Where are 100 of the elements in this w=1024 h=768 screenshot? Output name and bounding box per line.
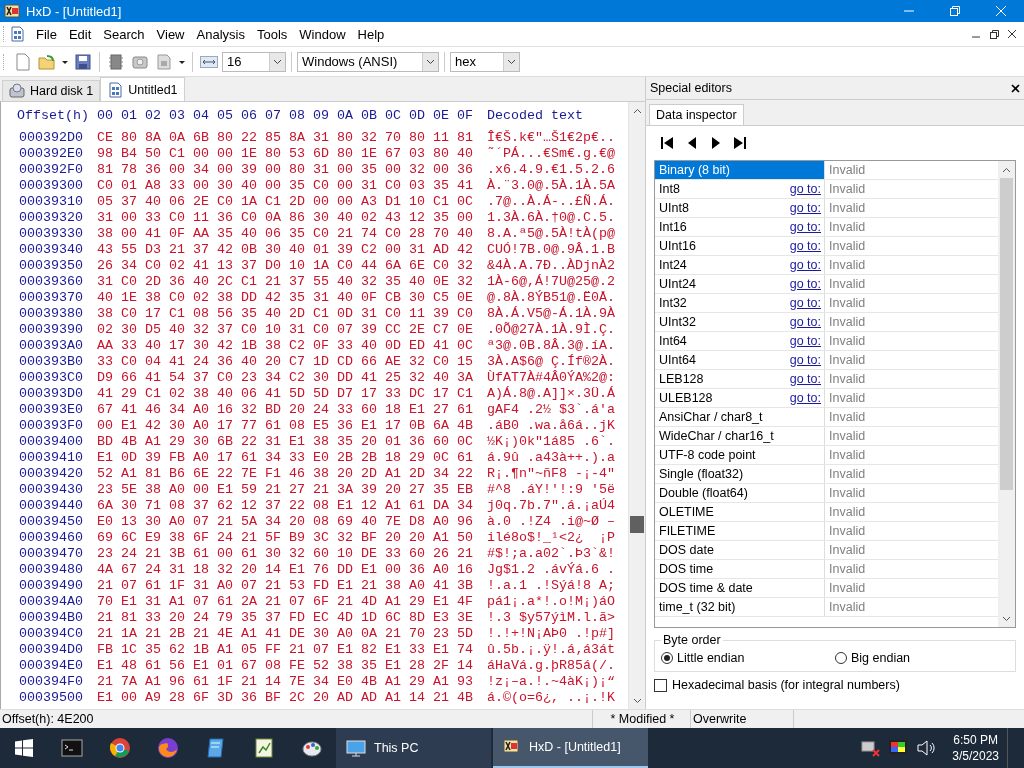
taskbar-window-button[interactable]: This PC (336, 728, 491, 768)
checkbox[interactable] (654, 678, 667, 692)
go-to-link[interactable]: go to: (789, 334, 821, 348)
scrollbar-thumb[interactable] (630, 516, 644, 534)
chevron-up-icon (1002, 166, 1011, 173)
clock[interactable]: 6:50 PM 3/5/2023 (952, 732, 999, 764)
decoded-text: !.3 $y57ýìM.l.ã> (487, 610, 616, 626)
scrollbar[interactable] (998, 161, 1015, 627)
go-to-link[interactable]: go to: (789, 372, 821, 386)
type-cell[interactable]: time_t (32 bit) (655, 598, 825, 616)
go-to-link[interactable]: go to: (789, 239, 821, 253)
hex-bytes: 67 41 46 34 A0 16 32 BD 20 24 33 60 18 E1 27 61 (97, 402, 473, 418)
network-icon[interactable] (860, 738, 881, 758)
type-cell[interactable]: UInt64 go to: (655, 351, 825, 369)
go-to-link[interactable]: go to: (789, 353, 821, 367)
type-label: LEB128 (659, 372, 705, 386)
type-cell[interactable]: Double (float64) (655, 484, 825, 502)
go-to-link[interactable]: go to: (789, 277, 821, 291)
bytes-per-row-dropdown[interactable]: 16 (222, 51, 286, 72)
first-button[interactable] (660, 135, 676, 151)
type-cell[interactable]: UInt8 go to: (655, 199, 825, 217)
type-cell[interactable]: Int64 go to: (655, 332, 825, 350)
menu-item[interactable]: Help (351, 24, 391, 44)
speaker-icon[interactable] (916, 738, 937, 758)
offset-label: 00039340 (18, 242, 83, 258)
type-cell[interactable]: UInt32 go to: (655, 313, 825, 331)
hex-bytes: 52 A1 81 B6 6E 22 7E F1 46 38 20 2D A1 2D 34 22 (97, 466, 473, 482)
last-button[interactable] (732, 135, 748, 151)
value-cell-text: Invalid (828, 390, 867, 407)
go-to-link[interactable]: go to: (789, 182, 821, 196)
value-cell-text: Invalid (828, 599, 867, 616)
hex-bytes: 21 7A A1 96 61 1F 21 14 7E 34 E0 4B A1 29 A1 93 (97, 674, 473, 690)
menu-item[interactable]: Analysis (190, 24, 251, 44)
chevron-up-icon (632, 107, 642, 114)
scrollbar-thumb[interactable] (1000, 178, 1013, 490)
type-cell[interactable]: OLETIME (655, 503, 825, 521)
start-icon (15, 739, 33, 757)
go-to-link[interactable]: go to: (789, 391, 821, 405)
type-cell[interactable]: Int16 go to: (655, 218, 825, 236)
type-cell[interactable]: WideChar / char16_t (655, 427, 825, 445)
document-tab[interactable]: Untitled1 (100, 77, 185, 101)
go-to-link[interactable]: go to: (789, 296, 821, 310)
next-icon (711, 136, 721, 150)
decoded-text: !.!+!N¡AÞ0 .!p#] (487, 626, 616, 642)
decoded-text: ˜´PÁ...€Sm€.g.€@ (487, 146, 616, 162)
type-cell[interactable]: DOS time (655, 560, 825, 578)
go-to-link[interactable]: go to: (789, 315, 821, 329)
menu-item[interactable]: Edit (62, 24, 98, 44)
offset-base-dropdown[interactable]: hex (450, 51, 520, 72)
previous-icon (687, 136, 697, 150)
offset-label: 00039420 (18, 466, 83, 482)
hex-bytes: 21 07 61 1F 31 A0 07 21 53 FD E1 21 38 A0 41 3B (97, 578, 473, 594)
menu-item[interactable]: Window (293, 24, 352, 44)
type-cell[interactable]: AnsiChar / char8_t (655, 408, 825, 426)
offset-label: 00039460 (18, 530, 83, 546)
go-to-link[interactable]: go to: (789, 258, 821, 272)
decoded-text: @.8À.8ÝB51@.Ë0Å. (487, 290, 616, 306)
offset-label: 00039440 (18, 498, 83, 514)
menu-item[interactable]: Tools (250, 24, 294, 44)
type-label: Int16 (659, 220, 688, 234)
hex-bytes: 38 00 41 0F AA 35 40 06 35 C0 21 74 C0 28 70 40 (97, 226, 473, 242)
decoded-text: áHaVá.g.þR85á(/. (487, 658, 616, 674)
type-label: UInt16 (659, 239, 697, 253)
go-to-link[interactable]: go to: (789, 220, 821, 234)
type-cell[interactable]: ULEB128 go to: (655, 389, 825, 407)
radio-button[interactable] (835, 652, 847, 664)
combo-value: Windows (ANSI) (302, 54, 398, 69)
type-cell[interactable]: Int32 go to: (655, 294, 825, 312)
type-cell[interactable]: FILETIME (655, 522, 825, 540)
close-icon (996, 6, 1006, 16)
menu-item[interactable]: View (150, 24, 191, 44)
type-cell[interactable]: Int24 go to: (655, 256, 825, 274)
type-cell[interactable]: Single (float32) (655, 465, 825, 483)
charset-dropdown[interactable]: Windows (ANSI) (297, 51, 439, 72)
type-cell[interactable]: UInt24 go to: (655, 275, 825, 293)
type-cell[interactable]: Int8 go to: (655, 180, 825, 198)
scrollbar-track[interactable] (628, 102, 645, 709)
go-to-link[interactable]: go to: (789, 201, 821, 215)
offset-label: 00039360 (18, 274, 83, 290)
decoded-text: 8À.Á.V5@-Á.1À.9À (487, 306, 616, 322)
type-cell[interactable]: DOS date (655, 541, 825, 559)
type-cell[interactable]: UTF-8 code point (655, 446, 825, 464)
taskbar-window-button[interactable]: HxD - [Untitled1] (493, 728, 648, 768)
offset-label: 000393E0 (18, 402, 83, 418)
value-cell-text: Invalid (828, 257, 867, 274)
type-label: DOS time & date (659, 581, 754, 595)
panel-tab[interactable]: Data inspector (649, 104, 744, 125)
radio-button[interactable] (661, 652, 673, 664)
type-cell[interactable]: DOS time & date (655, 579, 825, 597)
menu-item[interactable]: Search (97, 24, 151, 44)
decoded-text: û.5b.¡.ÿ!.á‚á3át (487, 642, 616, 658)
document-tab[interactable]: Hard disk 1 (2, 80, 101, 101)
value-cell-text: Invalid (828, 371, 867, 388)
type-cell[interactable]: LEB128 go to: (655, 370, 825, 388)
type-label: UInt24 (659, 277, 697, 291)
value-cell-text: Invalid (828, 200, 867, 217)
type-cell[interactable]: Binary (8 bit) (655, 161, 825, 179)
type-cell[interactable]: UInt16 go to: (655, 237, 825, 255)
menu-item[interactable]: File (30, 24, 63, 44)
first-icon (660, 136, 676, 150)
